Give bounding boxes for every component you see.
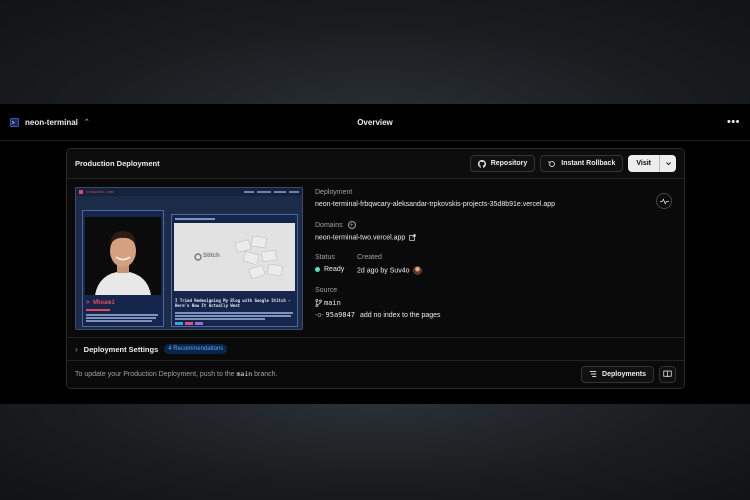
card-body: trpkovski.com > Whoami Stitch I Tried Re… (67, 179, 684, 338)
backdrop-top (0, 0, 750, 104)
status-text: Ready (324, 266, 345, 273)
preview-nav-link (289, 191, 299, 193)
footer-note-branch: main (236, 370, 253, 378)
deployment-preview[interactable]: trpkovski.com > Whoami Stitch I Tried Re… (75, 187, 303, 330)
preview-text-line (86, 320, 152, 322)
app-window: neon-terminal ⌃ Overview ••• Production … (0, 104, 750, 404)
project-switcher[interactable]: neon-terminal ⌃ (10, 117, 90, 127)
visit-dropdown-button[interactable] (660, 155, 676, 172)
domains-label: Domains + (315, 221, 356, 229)
add-domain-icon[interactable]: + (347, 221, 356, 229)
git-branch-icon (315, 299, 322, 308)
preview-post-panel: Stitch I Tried Redesigning My Blog with … (171, 214, 298, 327)
created-label: Created (357, 254, 382, 261)
repository-label: Repository (490, 160, 528, 167)
repository-button[interactable]: Repository (469, 155, 536, 172)
backdrop-bottom (0, 404, 750, 500)
deployment-settings-label: Deployment Settings (83, 344, 159, 354)
chevron-up-down-icon: ⌃ (83, 119, 90, 126)
status-ready-dot (315, 266, 320, 272)
rollback-icon (548, 160, 556, 167)
domain-link[interactable]: neon-terminal-two.vercel.app (315, 234, 416, 241)
recommendations-badge: 4 Recommendations (164, 344, 228, 354)
source-branch[interactable]: main (315, 299, 341, 308)
preview-text-line (175, 218, 215, 220)
chevron-down-icon (665, 162, 671, 166)
github-icon (477, 159, 486, 168)
preview-profile-photo (85, 217, 161, 295)
list-icon (589, 371, 597, 377)
preview-tag (185, 322, 193, 325)
preview-whoami-heading: > Whoami (86, 299, 115, 306)
preview-stitch-logo: Stitch (203, 253, 220, 259)
branch-name: main (323, 299, 341, 307)
footer-note: To update your Production Deployment, pu… (75, 370, 277, 378)
activity-icon[interactable] (656, 193, 672, 209)
preview-nav-link (274, 191, 286, 193)
external-link-icon (409, 234, 416, 241)
page-title: Overview (357, 117, 393, 127)
footer-actions: Deployments (581, 365, 676, 383)
domain-text: neon-terminal-two.vercel.app (315, 234, 406, 242)
preview-post-image: Stitch (174, 223, 295, 291)
visit-button[interactable]: Visit (628, 155, 660, 172)
card-title: Production Deployment (75, 159, 160, 168)
instant-rollback-button[interactable]: Instant Rollback (540, 155, 624, 172)
git-commit-icon: -o- (315, 312, 324, 319)
preview-text-line (175, 318, 265, 320)
source-label: Source (315, 287, 338, 294)
deployments-label: Deployments (602, 370, 646, 378)
preview-site-name: trpkovski.com (86, 190, 114, 194)
deployments-button[interactable]: Deployments (581, 365, 654, 383)
rollback-label: Instant Rollback (561, 160, 616, 167)
preview-nav-link (257, 191, 271, 193)
card-header: Production Deployment Repository Instant… (67, 149, 684, 179)
chevron-right-icon: › (75, 344, 78, 354)
project-name: neon-terminal (25, 117, 78, 127)
preview-text-line (86, 317, 156, 319)
avatar[interactable] (412, 266, 422, 275)
preview-text-line (86, 309, 110, 311)
preview-navbar: trpkovski.com (76, 188, 302, 196)
production-deployment-card: Production Deployment Repository Instant… (66, 148, 685, 389)
terminal-icon (10, 117, 19, 127)
preview-logo (79, 190, 83, 194)
deployment-info: Deployment neon-terminal-frbqwcary-aleks… (315, 179, 684, 337)
commit-message: add no index to the pages (359, 312, 441, 319)
footer-note-prefix: To update your Production Deployment, pu… (75, 371, 235, 378)
preview-profile-panel: > Whoami (82, 210, 164, 327)
deployment-label: Deployment (315, 189, 353, 196)
status-value: Ready (315, 266, 344, 273)
status-label: Status (315, 254, 335, 261)
commit-hash: 95a9847 (325, 311, 356, 319)
preview-tag (175, 322, 183, 325)
more-options-icon[interactable]: ••• (727, 116, 740, 128)
preview-text-line (175, 312, 293, 314)
card-footer: To update your Production Deployment, pu… (67, 361, 684, 387)
created-value: 2d ago by Suv4o (357, 266, 422, 275)
preview-post-title: I Tried Redesigning My Blog with Google … (175, 298, 291, 308)
preview-nav-link (244, 191, 254, 193)
book-icon[interactable] (659, 365, 676, 383)
preview-tag (195, 322, 203, 325)
card-actions: Repository Instant Rollback Visit (469, 155, 676, 172)
preview-text-line (86, 314, 158, 316)
source-commit[interactable]: -o- 95a9847 add no index to the pages (315, 311, 441, 319)
created-text: 2d ago by Suv4o (357, 267, 410, 275)
deployment-settings-toggle[interactable]: › Deployment Settings 4 Recommendations (67, 338, 684, 361)
footer-note-suffix: branch. (254, 371, 278, 378)
top-bar: neon-terminal ⌃ Overview ••• (0, 104, 750, 141)
deployment-url-link[interactable]: neon-terminal-frbqwcary-aleksandar-trpko… (315, 201, 555, 208)
preview-text-line (175, 315, 291, 317)
domains-label-text: Domains (315, 221, 343, 229)
visit-button-group: Visit (628, 155, 676, 172)
